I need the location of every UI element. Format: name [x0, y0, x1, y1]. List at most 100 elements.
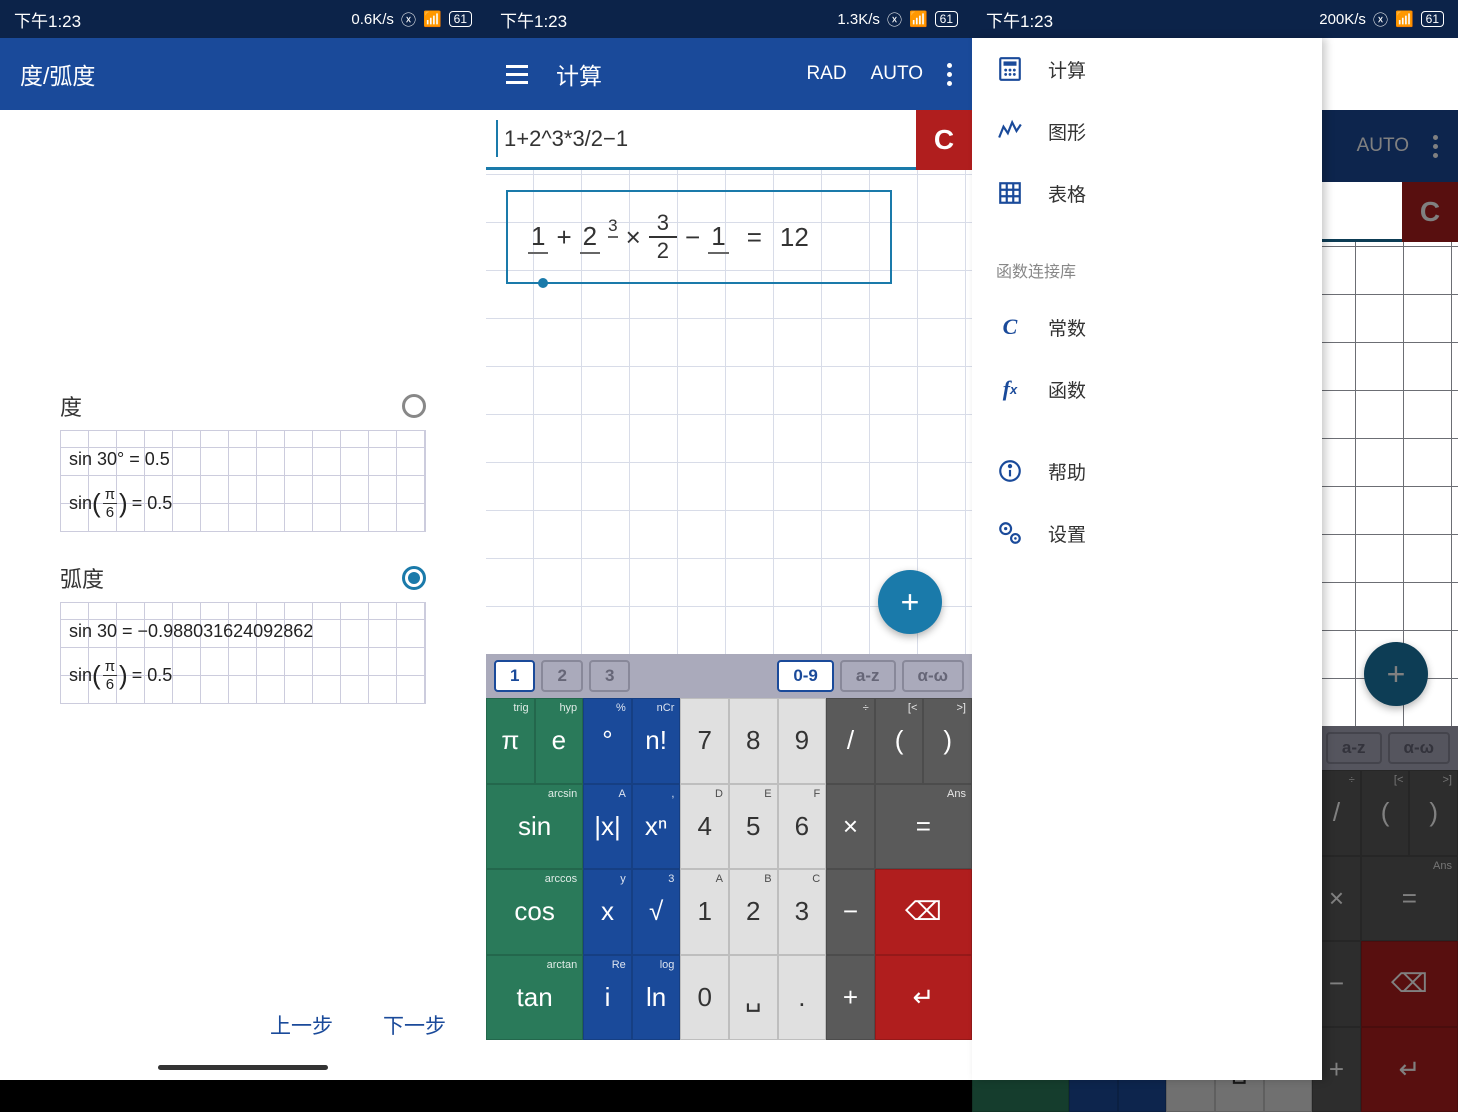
prev-button[interactable]: 上一步: [270, 1010, 333, 1040]
drawer-item-calc[interactable]: 计算: [972, 38, 1322, 100]
table-icon: [996, 179, 1024, 207]
keyboard: 1 2 3 0-9 a-z α-ω trigπhype%°nCrn!789÷/[…: [486, 654, 972, 1040]
kbd-mode-greek[interactable]: α-ω: [902, 660, 964, 692]
kbd-mode-greek: α-ω: [1388, 732, 1450, 764]
clear-button: C: [1402, 182, 1458, 242]
key-sym[interactable]: Ans=: [875, 784, 972, 870]
key-sin[interactable]: arcsinsin: [486, 784, 583, 870]
drawer-item-settings[interactable]: 设置: [972, 502, 1322, 564]
key-7[interactable]: 7: [680, 698, 729, 784]
home-indicator[interactable]: [158, 1065, 328, 1070]
overflow-menu-icon: [1433, 135, 1438, 158]
expression-input[interactable]: 1+2^3*3/2−1: [486, 110, 916, 170]
drawer-section-header: 函数连接库: [972, 244, 1322, 296]
wifi-icon: 📶: [909, 10, 928, 28]
overflow-menu-icon[interactable]: [947, 63, 952, 86]
key-n[interactable]: nCrn!: [632, 698, 681, 784]
deg-row-2: sin ( π6 ) = 0.5: [69, 481, 417, 525]
graph-icon: [996, 117, 1024, 145]
key-e[interactable]: hype: [535, 698, 584, 784]
add-fab-button[interactable]: +: [878, 570, 942, 634]
deg-row-1: sin 30° = 0.5: [69, 437, 417, 481]
key-sym[interactable]: 3√: [632, 869, 681, 955]
status-bar: 下午1:23 1.3K/s ⓧ 📶 61: [486, 0, 972, 38]
kbd-mode-alpha[interactable]: a-z: [840, 660, 896, 692]
status-speed: 1.3K/s: [837, 11, 880, 28]
key-sym[interactable]: .: [778, 955, 827, 1041]
key-sym[interactable]: >]): [923, 698, 972, 784]
close-icon: ⓧ: [887, 9, 902, 30]
rad-row-1: sin 30 = −0.988031624092862: [69, 609, 417, 653]
key-sym[interactable]: ×: [826, 784, 875, 870]
key-sym[interactable]: ⌫: [875, 869, 972, 955]
key-2[interactable]: B2: [729, 869, 778, 955]
calculator-icon: [996, 55, 1024, 83]
key-4[interactable]: D4: [680, 784, 729, 870]
drawer-item-func[interactable]: fx 函数: [972, 358, 1322, 420]
status-bar: 下午1:23 0.6K/s ⓧ 📶 61: [0, 0, 486, 38]
key-sym[interactable]: −: [826, 869, 875, 955]
clear-button[interactable]: C: [916, 110, 972, 170]
drawer-item-help[interactable]: 帮助: [972, 440, 1322, 502]
wifi-icon: 📶: [423, 10, 442, 28]
status-speed: 200K/s: [1319, 11, 1366, 28]
key-i[interactable]: Rei: [583, 955, 632, 1041]
status-time: 下午1:23: [986, 7, 1053, 32]
key-sym: [<(: [1361, 770, 1410, 856]
constant-icon: C: [996, 313, 1024, 341]
next-button[interactable]: 下一步: [383, 1010, 446, 1040]
key-x[interactable]: yx: [583, 869, 632, 955]
key-9[interactable]: 9: [778, 698, 827, 784]
key-sym[interactable]: ␣: [729, 955, 778, 1041]
kbd-mode-alpha: a-z: [1326, 732, 1382, 764]
close-icon: ⓧ: [401, 9, 416, 30]
key-3[interactable]: C3: [778, 869, 827, 955]
kbd-mode-num[interactable]: 0-9: [777, 660, 834, 692]
key-sym: ↵: [1361, 1027, 1458, 1112]
key-sym: Ans=: [1361, 856, 1458, 942]
key-sym[interactable]: +: [826, 955, 875, 1041]
key-5[interactable]: E5: [729, 784, 778, 870]
calculation-canvas[interactable]: 1+23× 32 −1=12 +: [486, 170, 972, 654]
battery-icon: 61: [1421, 11, 1444, 27]
kbd-tab-2[interactable]: 2: [541, 660, 582, 692]
rad-mode-button[interactable]: RAD: [806, 63, 846, 85]
drawer-item-graph[interactable]: 图形: [972, 100, 1322, 162]
key-6[interactable]: F6: [778, 784, 827, 870]
degree-example-box: sin 30° = 0.5 sin ( π6 ) = 0.5: [60, 430, 426, 532]
cursor-handle-icon[interactable]: [538, 278, 548, 288]
key-0[interactable]: 0: [680, 955, 729, 1041]
degree-radio[interactable]: [402, 394, 426, 418]
menu-icon[interactable]: [506, 65, 528, 84]
key-sym[interactable]: ÷/: [826, 698, 875, 784]
status-bar: 下午1:23 200K/s ⓧ 📶 61: [972, 0, 1458, 38]
auto-mode-button: AUTO: [1357, 135, 1409, 157]
app-bar: 度/弧度: [0, 38, 486, 110]
key-tan[interactable]: arctantan: [486, 955, 583, 1041]
key-sym[interactable]: [<(: [875, 698, 924, 784]
radian-radio[interactable]: [402, 566, 426, 590]
add-fab-button: +: [1364, 642, 1428, 706]
equation-display[interactable]: 1+23× 32 −1=12: [506, 190, 892, 284]
battery-icon: 61: [449, 11, 472, 27]
key-ln[interactable]: logln: [632, 955, 681, 1041]
battery-icon: 61: [935, 11, 958, 27]
kbd-tab-3[interactable]: 3: [589, 660, 630, 692]
key-8[interactable]: 8: [729, 698, 778, 784]
home-indicator[interactable]: [644, 1065, 814, 1070]
drawer-item-table[interactable]: 表格: [972, 162, 1322, 224]
auto-mode-button[interactable]: AUTO: [871, 63, 923, 85]
drawer-item-const[interactable]: C 常数: [972, 296, 1322, 358]
key-sym[interactable]: ↵: [875, 955, 972, 1041]
kbd-tab-1[interactable]: 1: [494, 660, 535, 692]
key-sym[interactable]: trigπ: [486, 698, 535, 784]
key-x[interactable]: ,xⁿ: [632, 784, 681, 870]
key-x[interactable]: A|x|: [583, 784, 632, 870]
key-1[interactable]: A1: [680, 869, 729, 955]
key-sym: >]): [1409, 770, 1458, 856]
key-sym[interactable]: %°: [583, 698, 632, 784]
status-speed: 0.6K/s: [351, 11, 394, 28]
key-cos[interactable]: arccoscos: [486, 869, 583, 955]
app-bar: 计算 RAD AUTO: [486, 38, 972, 110]
wifi-icon: 📶: [1395, 10, 1414, 28]
